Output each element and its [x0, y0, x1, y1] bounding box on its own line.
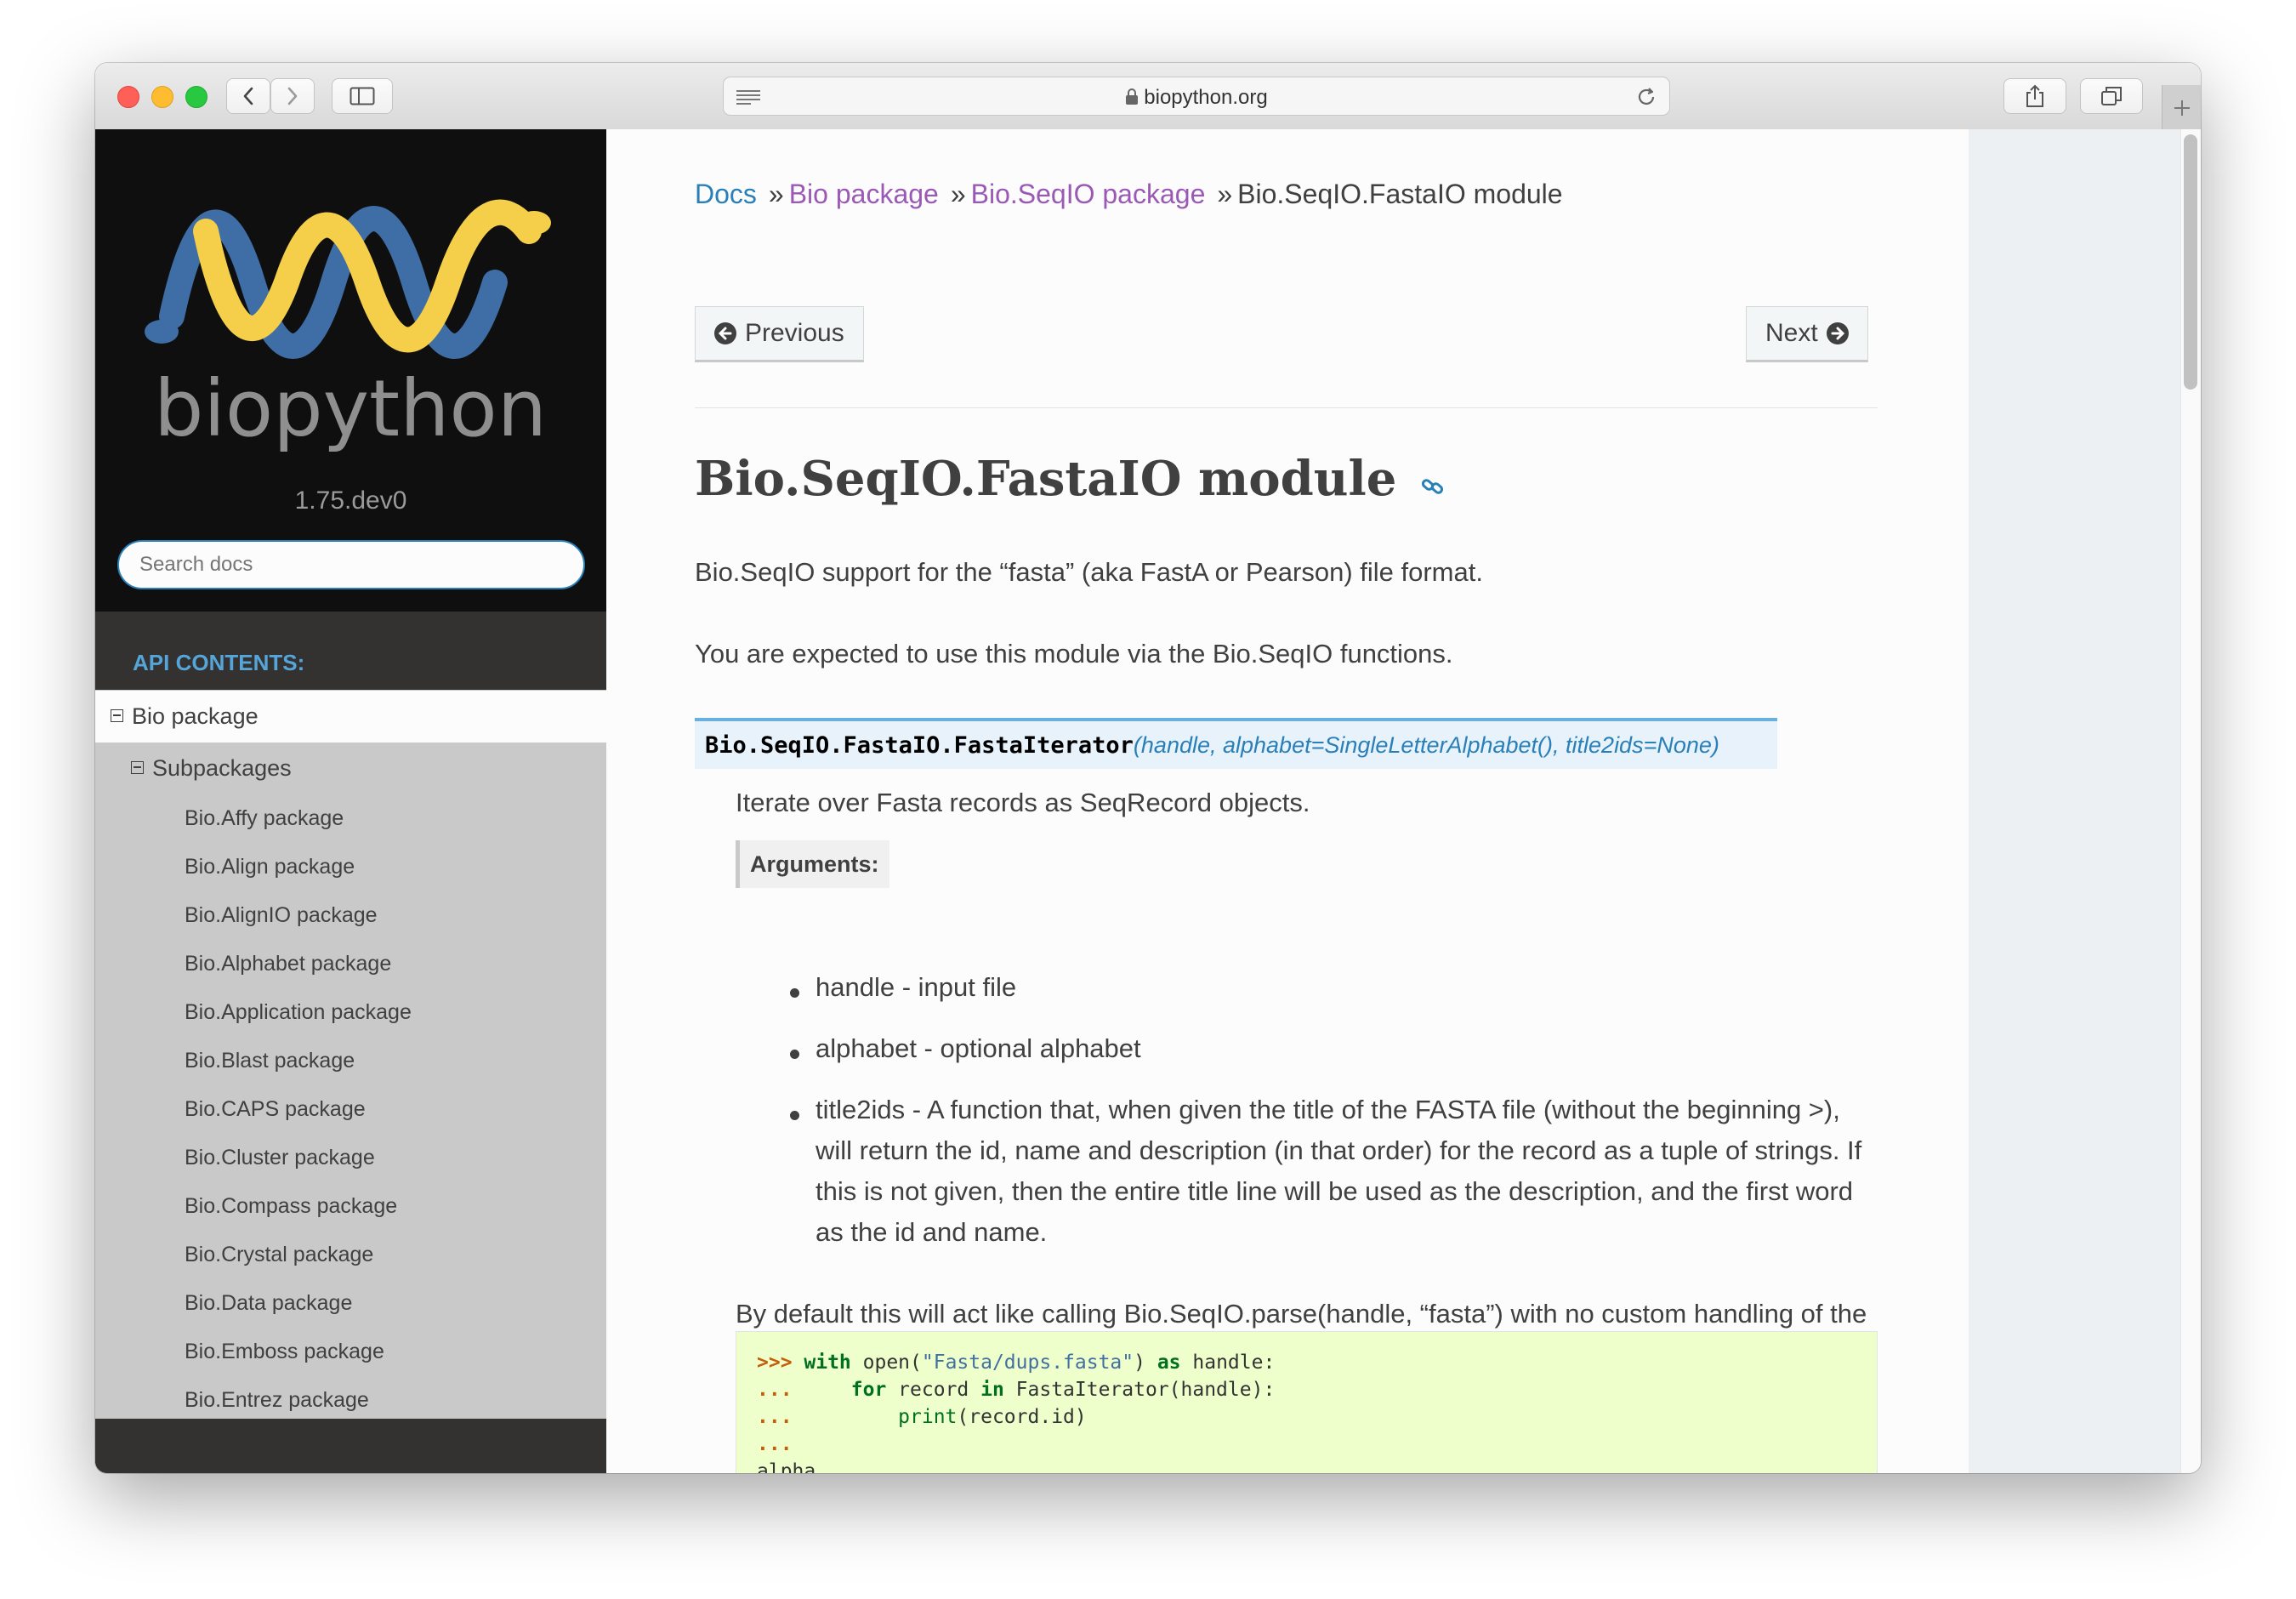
sidebar-item-alignio[interactable]: Bio.AlignIO package: [185, 903, 378, 928]
logo-wordmark: biopython: [154, 363, 547, 452]
argument-item: title2ids - A function that, when given …: [816, 1095, 1862, 1247]
bullet: [790, 988, 799, 998]
argument-item: handle - input file: [816, 972, 1017, 1002]
previous-label: Previous: [745, 319, 844, 347]
function-signature: Bio.SeqIO.FastaIO.FastaIterator(handle, …: [695, 718, 1777, 769]
sidebar-item-application[interactable]: Bio.Application package: [185, 1000, 412, 1025]
sidebar-item-affy[interactable]: Bio.Affy package: [185, 806, 344, 831]
bullet: [790, 1111, 799, 1120]
lock-icon: [1126, 88, 1139, 105]
tabs-icon: [2101, 87, 2122, 105]
search-docs-input[interactable]: [117, 540, 585, 589]
sidebar-item-entrez[interactable]: Bio.Entrez package: [185, 1388, 369, 1413]
sidebar-item-data[interactable]: Bio.Data package: [185, 1291, 352, 1316]
breadcrumb-current: Bio.SeqIO.FastaIO module: [1237, 179, 1563, 209]
plus-icon: [2174, 100, 2190, 116]
sidebar-icon: [350, 87, 375, 105]
sidebar-item-bio-package[interactable]: Bio package: [95, 690, 606, 743]
sidebar-item-blast[interactable]: Bio.Blast package: [185, 1049, 355, 1073]
main-content: Docs» Bio package» Bio.SeqIO package» Bio.S…: [606, 129, 1969, 1473]
sidebar-item-subpackages[interactable]: Subpackages: [131, 755, 292, 782]
new-tab-button[interactable]: [2162, 85, 2201, 129]
biopython-logo[interactable]: biopython: [138, 180, 563, 452]
browser-toolbar: biopython.org: [95, 63, 2201, 130]
intro-paragraph: Bio.SeqIO support for the “fasta” (aka F…: [695, 557, 1483, 587]
sidebar-toggle-button[interactable]: [332, 78, 393, 114]
sidebar-header: biopython 1.75.dev0: [95, 129, 606, 612]
sidebar-item-cluster[interactable]: Bio.Cluster package: [185, 1146, 375, 1170]
sidebar-item-emboss[interactable]: Bio.Emboss package: [185, 1340, 384, 1364]
address-bar[interactable]: biopython.org: [723, 77, 1670, 116]
zoom-window-button[interactable]: [185, 86, 207, 108]
chevron-right-icon: [287, 87, 298, 105]
next-label: Next: [1765, 319, 1818, 347]
signature-name: Bio.SeqIO.FastaIO.FastaIterator: [705, 732, 1134, 759]
api-contents-caption: API CONTENTS:: [133, 650, 305, 675]
signature-params: (handle, alphabet=SingleLetterAlphabet()…: [1133, 732, 1719, 758]
breadcrumb-seqio-package[interactable]: Bio.SeqIO package: [971, 179, 1206, 209]
reload-icon[interactable]: [1635, 86, 1657, 108]
sidebar-item-caps[interactable]: Bio.CAPS package: [185, 1097, 366, 1122]
share-icon: [2026, 84, 2043, 107]
sidebar-item-crystal[interactable]: Bio.Crystal package: [185, 1243, 373, 1267]
browser-window: biopython.org biopython 1.75.dev0 Search…: [95, 63, 2201, 1473]
divider: [695, 407, 1878, 408]
arguments-heading: Arguments:: [736, 840, 889, 888]
next-button[interactable]: Next: [1746, 306, 1868, 362]
docs-sidebar: biopython 1.75.dev0 API CONTENTS: Bio pa…: [95, 129, 606, 1473]
url-text: biopython.org: [1144, 86, 1268, 109]
close-window-button[interactable]: [117, 86, 139, 108]
sidebar-item-alphabet[interactable]: Bio.Alphabet package: [185, 952, 391, 976]
page-title: Bio.SeqIO.FastaIO module: [695, 451, 1446, 507]
permalink-icon[interactable]: [1420, 473, 1446, 498]
chevron-left-icon: [243, 87, 253, 105]
version-label: 1.75.dev0: [294, 487, 407, 515]
function-description: Iterate over Fasta records as SeqRecord …: [736, 788, 1310, 817]
sidebar-item-label: Subpackages: [152, 755, 292, 781]
argument-item: alphabet - optional alphabet: [816, 1033, 1141, 1063]
collapse-icon[interactable]: [131, 761, 144, 774]
arrow-circle-right-icon: [1826, 322, 1849, 344]
tabs-overview-button[interactable]: [2080, 78, 2143, 114]
scrollbar-thumb[interactable]: [2184, 134, 2197, 390]
code-example: >>> with open("Fasta/dups.fasta") as han…: [736, 1331, 1878, 1473]
previous-button[interactable]: Previous: [695, 306, 864, 362]
back-button[interactable]: [226, 78, 270, 114]
sidebar-item-align[interactable]: Bio.Align package: [185, 855, 355, 879]
forward-button[interactable]: [270, 78, 315, 114]
breadcrumb-docs[interactable]: Docs: [695, 179, 757, 209]
share-button[interactable]: [2003, 78, 2066, 114]
sidebar-item-label: Bio package: [132, 703, 259, 729]
collapse-icon[interactable]: [111, 709, 123, 722]
sidebar-nav: Bio package Subpackages Bio.Affy package…: [95, 690, 606, 1419]
breadcrumb: Docs» Bio package» Bio.SeqIO package» Bio.S…: [695, 179, 1563, 209]
arrow-circle-left-icon: [714, 322, 736, 344]
breadcrumb-bio-package[interactable]: Bio package: [789, 179, 939, 209]
usage-paragraph: You are expected to use this module via …: [695, 639, 1453, 669]
minimize-window-button[interactable]: [151, 86, 173, 108]
sidebar-footer: [95, 1419, 606, 1473]
bullet: [790, 1050, 799, 1059]
sidebar-item-compass[interactable]: Bio.Compass package: [185, 1194, 397, 1219]
